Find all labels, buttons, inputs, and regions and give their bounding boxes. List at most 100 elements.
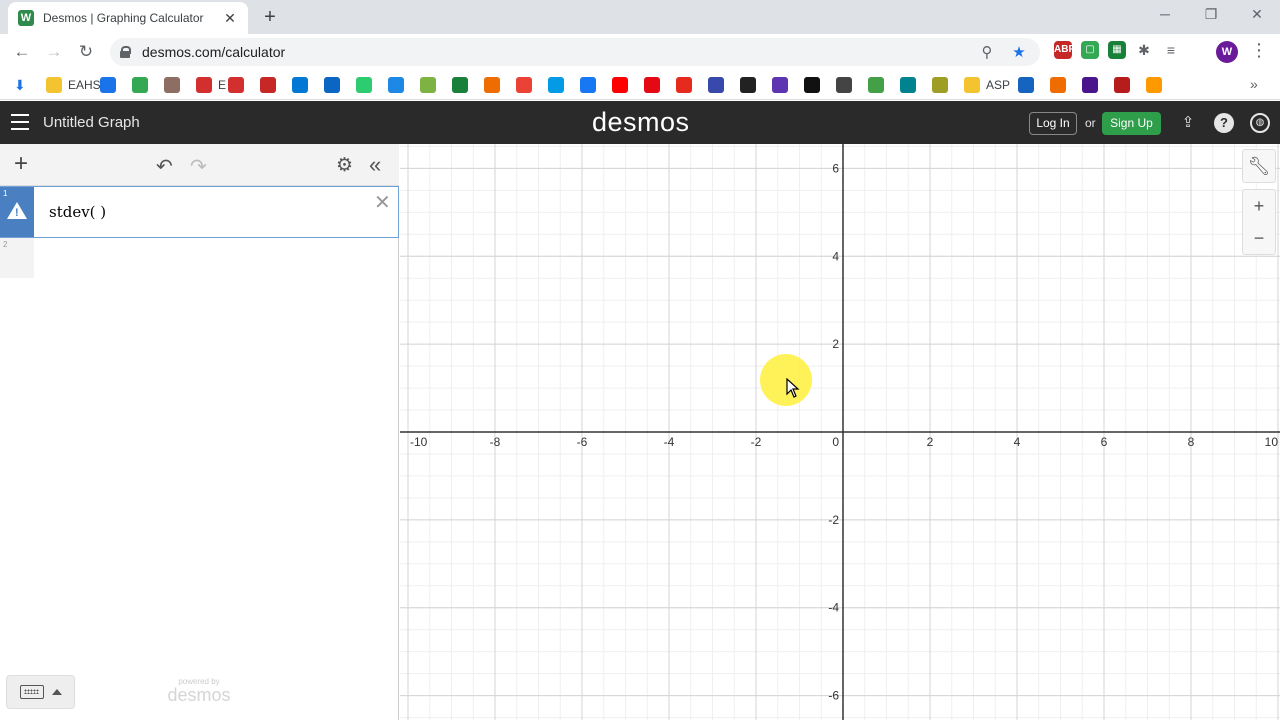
new-tab-icon[interactable]: + xyxy=(258,6,282,30)
bookmark-item[interactable] xyxy=(228,76,244,94)
apps-download-icon[interactable]: ⬇ xyxy=(14,76,26,94)
zoom-in-icon[interactable]: + xyxy=(1243,190,1275,222)
bookmark-item[interactable] xyxy=(708,76,724,94)
bookmark-item[interactable] xyxy=(612,76,628,94)
bookmark-favicon-icon xyxy=(836,77,852,93)
close-tab-icon[interactable]: ✕ xyxy=(222,10,238,27)
sign-up-button[interactable]: Sign Up xyxy=(1102,112,1161,135)
lock-icon xyxy=(120,46,131,58)
bookmark-item[interactable] xyxy=(1114,76,1130,94)
bookmark-item[interactable] xyxy=(324,76,340,94)
bookmark-item[interactable]: E xyxy=(196,76,226,94)
bookmark-star-icon[interactable]: ★ xyxy=(1008,43,1030,61)
or-label: or xyxy=(1085,116,1096,130)
expression-tab[interactable]: 1 ! xyxy=(0,187,34,237)
url-text[interactable]: desmos.com/calculator xyxy=(142,44,976,60)
zoom-icon[interactable]: ⚲ xyxy=(976,43,998,61)
bookmark-item[interactable]: EAHS xyxy=(46,76,101,94)
reload-icon[interactable]: ↻ xyxy=(75,41,97,63)
bookmark-item[interactable] xyxy=(868,76,884,94)
address-bar[interactable]: desmos.com/calculator ⚲ ★ xyxy=(110,38,1040,66)
share-icon[interactable]: ⇪ xyxy=(1178,113,1198,133)
bookmark-item[interactable] xyxy=(1146,76,1162,94)
browser-menu-icon[interactable]: ⋮ xyxy=(1250,40,1268,61)
bookmark-item[interactable] xyxy=(900,76,916,94)
settings-gear-icon[interactable]: ⚙ xyxy=(336,154,353,177)
profile-avatar[interactable]: W xyxy=(1216,41,1238,63)
bookmark-item[interactable] xyxy=(932,76,948,94)
graph-grid[interactable]: -10 -8 -6 -4 -2 0 2 4 6 8 10 -6 -4 -2 2 4 6 xyxy=(400,144,1280,720)
close-window-icon[interactable]: ✕ xyxy=(1246,6,1268,23)
hamburger-menu-icon[interactable] xyxy=(11,114,29,130)
bookmark-item[interactable] xyxy=(356,76,372,94)
bookmark-favicon-icon xyxy=(388,77,404,93)
more-bookmarks-icon[interactable]: » xyxy=(1250,76,1258,92)
back-icon[interactable]: ← xyxy=(11,41,33,63)
sheets-extension-icon[interactable]: ▦ xyxy=(1108,41,1126,59)
bookmark-item[interactable] xyxy=(292,76,308,94)
bookmark-item[interactable] xyxy=(836,76,852,94)
bookmark-item[interactable] xyxy=(1050,76,1066,94)
bookmark-item[interactable] xyxy=(1082,76,1098,94)
screen: W Desmos | Graphing Calculator ✕ + ─ ❐ ✕… xyxy=(0,0,1280,720)
bookmark-item[interactable] xyxy=(388,76,404,94)
bookmark-item[interactable] xyxy=(772,76,788,94)
collapse-panel-icon[interactable]: « xyxy=(369,152,381,178)
x-tick-label: -10 xyxy=(410,435,428,449)
warning-mark: ! xyxy=(15,207,19,219)
x-tick-label: -4 xyxy=(664,435,675,449)
adblock-extension-icon[interactable]: ABP xyxy=(1054,41,1075,59)
bookmark-item[interactable] xyxy=(1018,76,1034,94)
bookmark-item[interactable] xyxy=(676,76,692,94)
bookmark-item[interactable] xyxy=(260,76,276,94)
forward-icon[interactable]: → xyxy=(43,41,65,63)
minimize-window-icon[interactable]: ─ xyxy=(1154,6,1176,22)
bookmark-item[interactable] xyxy=(164,76,180,94)
bookmark-item[interactable] xyxy=(420,76,436,94)
bookmark-item[interactable] xyxy=(100,76,116,94)
bookmark-item[interactable] xyxy=(548,76,564,94)
expression-input[interactable]: stdev( ) xyxy=(49,203,106,221)
redo-icon[interactable]: ↷ xyxy=(190,154,207,179)
delete-expression-icon[interactable]: ✕ xyxy=(374,190,391,215)
extension-icon[interactable]: ▢ xyxy=(1081,41,1099,59)
expression-row[interactable]: 1 ! stdev( ) ✕ xyxy=(0,186,399,238)
extensions-area: ABP ▢ ▦ ✱ ≡ xyxy=(1054,41,1180,59)
bookmark-label: ASP xyxy=(986,78,1011,92)
restore-window-icon[interactable]: ❐ xyxy=(1200,6,1222,23)
bookmark-favicon-icon xyxy=(196,77,212,93)
add-item-icon[interactable]: + xyxy=(10,152,32,176)
bookmark-item[interactable] xyxy=(804,76,820,94)
bookmark-item[interactable] xyxy=(484,76,500,94)
bookmark-item[interactable] xyxy=(132,76,148,94)
keypad-toggle-button[interactable] xyxy=(6,675,75,709)
bookmark-item[interactable] xyxy=(516,76,532,94)
log-in-button[interactable]: Log In xyxy=(1029,112,1077,135)
zoom-out-icon[interactable]: − xyxy=(1243,222,1275,254)
bookmark-favicon-icon xyxy=(46,77,62,93)
help-icon[interactable]: ? xyxy=(1214,113,1234,133)
graph-settings-wrench-icon[interactable]: 🔧︎ xyxy=(1243,150,1275,182)
desmos-favicon-icon: W xyxy=(18,10,34,26)
desmos-logo: desmos xyxy=(592,107,690,137)
language-globe-icon[interactable]: ◍ xyxy=(1250,113,1270,133)
powered-by-desmos: powered by desmos xyxy=(162,677,236,704)
bookmark-favicon-icon xyxy=(324,77,340,93)
browser-toolbar: ← → ↻ desmos.com/calculator ⚲ ★ ABP ▢ ▦ … xyxy=(0,34,1280,70)
bookmark-item[interactable]: ASP xyxy=(964,76,1010,94)
graph-title[interactable]: Untitled Graph xyxy=(43,114,140,131)
bookmark-item[interactable] xyxy=(740,76,756,94)
reading-list-icon[interactable]: ≡ xyxy=(1162,41,1180,59)
bookmark-item[interactable] xyxy=(452,76,468,94)
expression-index: 2 xyxy=(3,240,8,249)
bookmark-item[interactable] xyxy=(644,76,660,94)
expression-tab[interactable]: 2 xyxy=(0,238,34,278)
puzzle-extensions-icon[interactable]: ✱ xyxy=(1135,41,1153,59)
graph-paper[interactable]: -10 -8 -6 -4 -2 0 2 4 6 8 10 -6 -4 -2 2 4 6 🔧︎ + − xyxy=(400,144,1280,720)
x-tick-label: 10 xyxy=(1265,435,1279,449)
browser-tab[interactable]: W Desmos | Graphing Calculator ✕ xyxy=(8,2,248,34)
expression-row-empty[interactable]: 2 xyxy=(0,238,399,278)
y-tick-label: 2 xyxy=(832,337,839,351)
undo-icon[interactable]: ↶ xyxy=(156,154,173,179)
bookmark-item[interactable] xyxy=(580,76,596,94)
